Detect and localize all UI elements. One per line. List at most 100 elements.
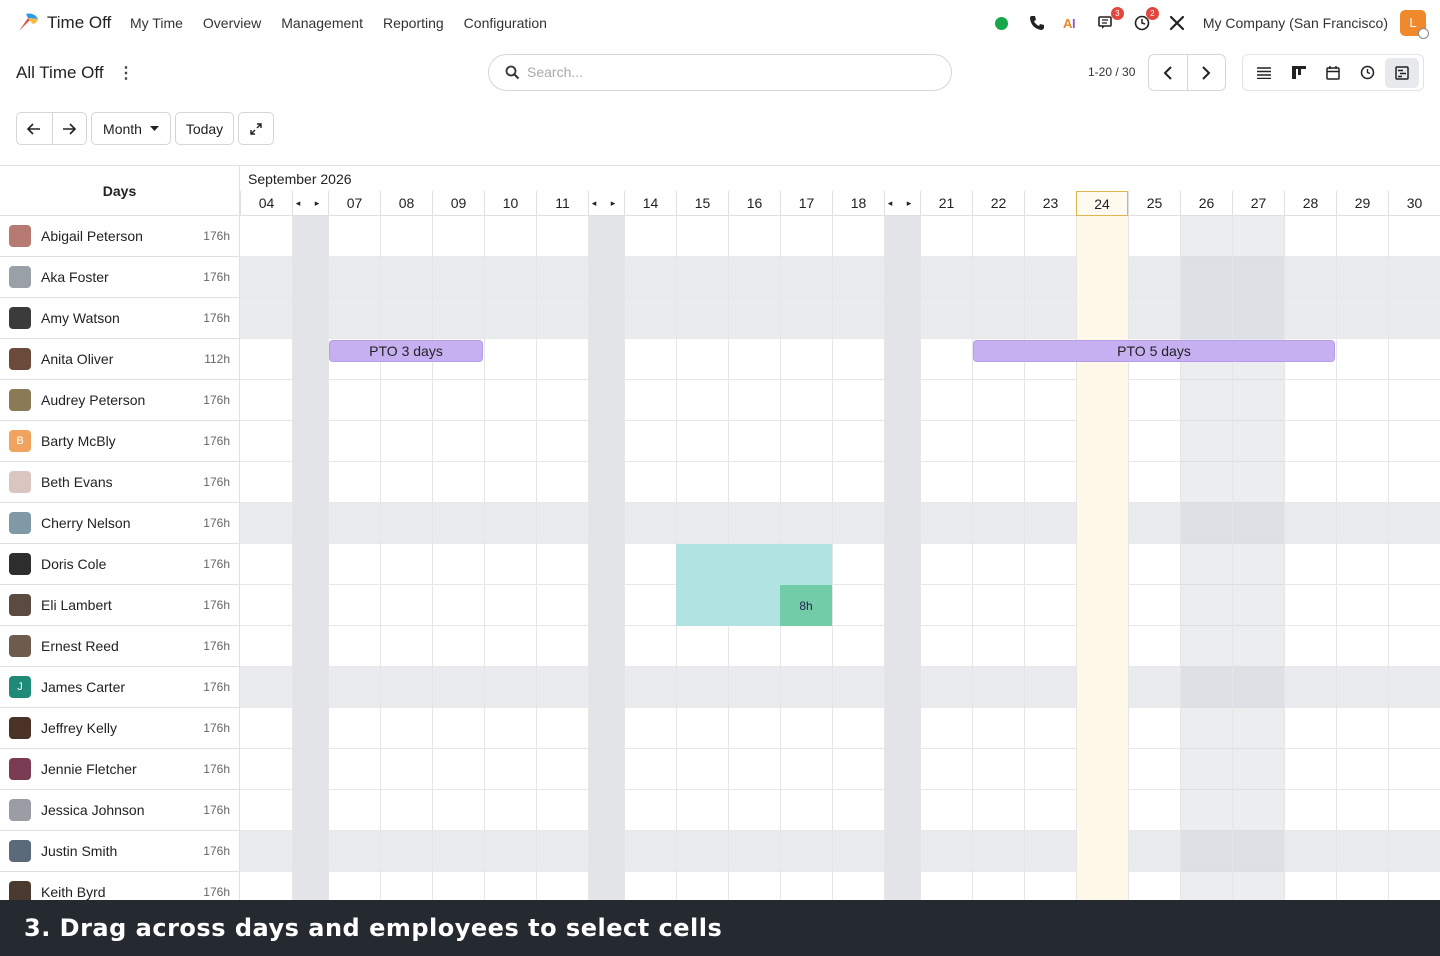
day-header-10[interactable]: 10 <box>484 191 536 216</box>
employee-avatar <box>9 594 31 616</box>
day-header-23[interactable]: 23 <box>1024 191 1076 216</box>
day-header-18[interactable]: 18 <box>832 191 884 216</box>
menu-configuration[interactable]: Configuration <box>464 15 547 31</box>
selected-cell-hours[interactable]: 8h <box>780 585 832 626</box>
employee-hours: 112h <box>204 352 230 366</box>
day-header-30[interactable]: 30 <box>1388 191 1440 216</box>
employee-row[interactable]: J James Carter 176h <box>0 667 240 708</box>
app-name[interactable]: Time Off <box>47 13 111 33</box>
menu-overview[interactable]: Overview <box>203 15 261 31</box>
day-header-11[interactable]: 11 <box>536 191 588 216</box>
grid-line <box>380 216 381 900</box>
employee-name: Doris Cole <box>41 556 107 572</box>
pager-next-button[interactable] <box>1186 55 1226 90</box>
time-off-pill[interactable]: PTO 3 days <box>329 340 483 362</box>
day-header-08[interactable]: 08 <box>380 191 432 216</box>
calendar-icon <box>1326 65 1340 80</box>
day-header-09[interactable]: 09 <box>432 191 484 216</box>
menu-my-time[interactable]: My Time <box>130 15 183 31</box>
company-switcher[interactable]: My Company (San Francisco) <box>1203 15 1388 31</box>
pager-value[interactable]: 1-20 / 30 <box>1088 65 1135 79</box>
employee-row[interactable]: Beth Evans 176h <box>0 462 240 503</box>
main-menu: My Time Overview Management Reporting Co… <box>130 15 567 31</box>
employee-row[interactable]: Jennie Fletcher 176h <box>0 749 240 790</box>
ai-icon[interactable]: AI <box>1063 14 1081 32</box>
tools-icon[interactable] <box>1168 14 1186 32</box>
employee-row[interactable]: Ernest Reed 176h <box>0 626 240 667</box>
messages-badge: 3 <box>1110 7 1124 20</box>
employee-row[interactable]: B Barty McBly 176h <box>0 421 240 462</box>
grid-line <box>432 216 433 900</box>
actions-menu-icon[interactable]: ⋮ <box>118 63 134 83</box>
gantt-icon <box>1395 65 1409 80</box>
grid-line <box>328 216 329 900</box>
search-bar[interactable] <box>488 54 952 91</box>
menu-reporting[interactable]: Reporting <box>383 15 444 31</box>
day-header-22[interactable]: 22 <box>972 191 1024 216</box>
employee-row[interactable]: Jessica Johnson 176h <box>0 790 240 831</box>
day-header-04[interactable]: 04 <box>240 191 292 216</box>
search-input[interactable] <box>527 64 927 80</box>
employee-row[interactable]: Amy Watson 176h <box>0 298 240 339</box>
scale-dropdown[interactable]: Month <box>91 112 171 145</box>
day-header-29[interactable]: 29 <box>1336 191 1388 216</box>
day-header-24[interactable]: 24 <box>1076 191 1128 216</box>
messages-icon[interactable]: 3 <box>1098 7 1124 32</box>
phone-icon[interactable] <box>1028 14 1046 32</box>
employee-name: Keith Byrd <box>41 884 106 900</box>
day-header-25[interactable]: 25 <box>1128 191 1180 216</box>
collapsed-days-toggle[interactable]: ◂ ▸ <box>588 191 624 216</box>
grid-line <box>484 216 485 900</box>
expand-button[interactable] <box>238 112 274 145</box>
day-header-21[interactable]: 21 <box>920 191 972 216</box>
employee-row[interactable]: Abigail Peterson 176h <box>0 216 240 257</box>
day-header-28[interactable]: 28 <box>1284 191 1336 216</box>
day-header-27[interactable]: 27 <box>1232 191 1284 216</box>
employee-row[interactable]: Keith Byrd 176h <box>0 872 240 900</box>
list-view-button[interactable] <box>1247 58 1281 88</box>
day-header-26[interactable]: 26 <box>1180 191 1232 216</box>
employee-name: Beth Evans <box>41 474 113 490</box>
kanban-view-button[interactable] <box>1281 58 1315 88</box>
weekend-column <box>588 216 624 900</box>
employee-row[interactable]: Doris Cole 176h <box>0 544 240 585</box>
employee-hours: 176h <box>203 229 230 243</box>
activity-clock-icon[interactable]: 2 <box>1133 7 1159 32</box>
next-period-button[interactable] <box>51 113 87 144</box>
employee-avatar <box>9 307 31 329</box>
employee-row[interactable]: Eli Lambert 176h <box>0 585 240 626</box>
day-header-15[interactable]: 15 <box>676 191 728 216</box>
day-header-17[interactable]: 17 <box>780 191 832 216</box>
employee-row[interactable]: Audrey Peterson 176h <box>0 380 240 421</box>
time-off-pill[interactable]: PTO 5 days <box>973 340 1335 362</box>
caret-down-icon <box>149 125 159 131</box>
month-label: September 2026 <box>248 171 352 187</box>
employee-row[interactable]: Cherry Nelson 176h <box>0 503 240 544</box>
grid-line <box>536 216 537 900</box>
grid-line <box>920 216 921 900</box>
employee-hours: 176h <box>203 393 230 407</box>
today-column <box>1076 216 1128 900</box>
day-header-07[interactable]: 07 <box>328 191 380 216</box>
collapsed-days-toggle[interactable]: ◂ ▸ <box>884 191 920 216</box>
activity-view-button[interactable] <box>1350 58 1384 88</box>
pager-previous-button[interactable] <box>1149 55 1187 90</box>
presence-status-icon[interactable] <box>993 14 1011 32</box>
employee-avatar <box>9 553 31 575</box>
menu-management[interactable]: Management <box>281 15 363 31</box>
employee-row[interactable]: Justin Smith 176h <box>0 831 240 872</box>
employee-row[interactable]: Aka Foster 176h <box>0 257 240 298</box>
employee-row[interactable]: Jeffrey Kelly 176h <box>0 708 240 749</box>
employee-avatar: J <box>9 676 31 698</box>
gantt-view-button[interactable] <box>1384 57 1420 88</box>
arrow-right-icon <box>63 122 77 135</box>
day-header-16[interactable]: 16 <box>728 191 780 216</box>
app-logo-icon[interactable] <box>16 10 40 34</box>
user-avatar[interactable]: L <box>1400 10 1429 39</box>
calendar-view-button[interactable] <box>1316 58 1350 88</box>
previous-period-button[interactable] <box>17 113 52 144</box>
employee-row[interactable]: Anita Oliver 112h <box>0 339 240 380</box>
collapsed-days-toggle[interactable]: ◂ ▸ <box>292 191 328 216</box>
today-button[interactable]: Today <box>175 112 234 145</box>
day-header-14[interactable]: 14 <box>624 191 676 216</box>
